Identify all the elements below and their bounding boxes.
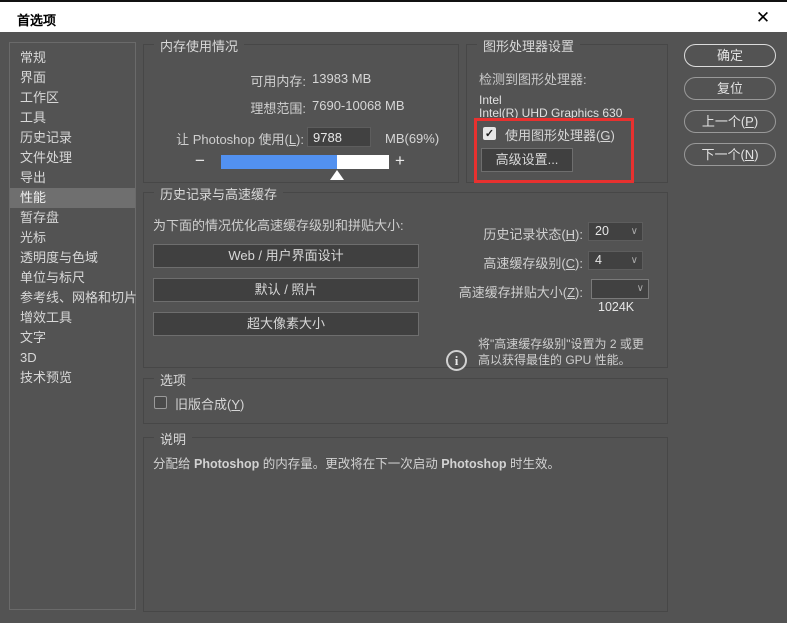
slider-plus-button[interactable]: +: [395, 151, 405, 171]
advanced-settings-button[interactable]: 高级设置...: [481, 148, 573, 172]
chevron-down-icon: ∨: [630, 255, 638, 266]
sidebar-item-interface[interactable]: 界面: [10, 68, 135, 88]
memory-slider-thumb[interactable]: [330, 170, 344, 180]
cache-levels-select[interactable]: ∨ 4: [588, 251, 643, 270]
cache-levels-label: 高速缓存级别(C):: [483, 256, 583, 271]
memory-usage-input[interactable]: [307, 127, 371, 147]
memory-usage-suffix: MB(69%): [385, 131, 440, 146]
preferences-dialog: 常规 界面 工作区 工具 历史记录 文件处理 导出 性能 暂存盘 光标 透明度与…: [0, 32, 787, 623]
sidebar-item-3d[interactable]: 3D: [10, 348, 135, 368]
preset-button-default-photo[interactable]: 默认 / 照片: [153, 278, 419, 302]
chevron-down-icon: ∨: [636, 283, 644, 294]
memory-slider-track[interactable]: [221, 155, 389, 169]
window-title: 首选项: [17, 13, 57, 28]
cache-tile-size-label: 高速缓存拼贴大小(Z):: [458, 285, 583, 300]
memory-section-title: 内存使用情况: [154, 36, 245, 55]
memory-usage-label: 让 Photoshop 使用(L):: [176, 132, 304, 147]
memory-usage-section: 内存使用情况 可用内存: 13983 MB 理想范围: 7690-10068 M…: [143, 36, 459, 183]
legacy-compositing-label: 旧版合成(Y): [175, 397, 245, 412]
gpu-model: Intel(R) UHD Graphics 630: [479, 106, 623, 120]
sidebar-item-tools[interactable]: 工具: [10, 108, 135, 128]
sidebar-item-units-rulers[interactable]: 单位与标尺: [10, 268, 135, 288]
sidebar-item-performance[interactable]: 性能: [10, 188, 135, 208]
reset-button[interactable]: 复位: [684, 77, 776, 100]
history-states-label: 历史记录状态(H):: [483, 227, 583, 242]
info-icon: i: [446, 350, 467, 371]
cache-note: 将"高速缓存级别"设置为 2 或更 高以获得最佳的 GPU 性能。: [478, 337, 644, 367]
ideal-range-value: 7690-10068 MB: [312, 98, 405, 113]
sidebar-item-type[interactable]: 文字: [10, 328, 135, 348]
description-section-title: 说明: [154, 429, 193, 448]
ok-button[interactable]: 确定: [684, 44, 776, 67]
history-section-title: 历史记录与高速缓存: [154, 184, 284, 203]
ideal-range-label: 理想范围:: [250, 101, 306, 116]
sidebar-item-export[interactable]: 导出: [10, 168, 135, 188]
previous-button[interactable]: 上一个(P): [684, 110, 776, 133]
window-titlebar: 首选项 ✕: [0, 0, 787, 32]
cache-tile-size-select[interactable]: ∨ 1024K: [591, 279, 649, 314]
sidebar-item-scratch-disks[interactable]: 暂存盘: [10, 208, 135, 228]
use-gpu-checkbox[interactable]: ✓: [483, 127, 496, 140]
use-gpu-label: 使用图形处理器(G): [505, 128, 615, 143]
chevron-down-icon: ∨: [630, 226, 638, 237]
gpu-section-title: 图形处理器设置: [477, 36, 581, 55]
next-button[interactable]: 下一个(N): [684, 143, 776, 166]
memory-slider-fill: [221, 155, 337, 169]
detected-gpu-label: 检测到图形处理器:: [479, 72, 587, 87]
sidebar-item-general[interactable]: 常规: [10, 48, 135, 68]
sidebar-item-plugins[interactable]: 增效工具: [10, 308, 135, 328]
options-section-title: 选项: [154, 370, 193, 389]
slider-minus-button[interactable]: −: [195, 151, 205, 171]
sidebar-item-transparency-gamut[interactable]: 透明度与色域: [10, 248, 135, 268]
sidebar-item-guides-grid-slices[interactable]: 参考线、网格和切片: [10, 288, 137, 308]
description-text: 分配给 Photoshop 的内存量。更改将在下一次启动 Photoshop 时…: [153, 457, 560, 471]
history-states-select[interactable]: ∨ 20: [588, 222, 643, 241]
options-section: 选项 旧版合成(Y): [143, 370, 668, 424]
sidebar-item-cursors[interactable]: 光标: [10, 228, 135, 248]
sidebar-item-technology-previews[interactable]: 技术预览: [10, 368, 135, 388]
preset-button-huge-pixels[interactable]: 超大像素大小: [153, 312, 419, 336]
sidebar-item-history-log[interactable]: 历史记录: [10, 128, 135, 148]
preset-button-web-ui[interactable]: Web / 用户界面设计: [153, 244, 419, 268]
optimize-hint: 为下面的情况优化高速缓存级别和拼贴大小:: [153, 218, 404, 233]
available-ram-label: 可用内存:: [250, 74, 306, 89]
description-section: 说明 分配给 Photoshop 的内存量。更改将在下一次启动 Photosho…: [143, 429, 668, 612]
history-cache-section: 历史记录与高速缓存 为下面的情况优化高速缓存级别和拼贴大小: Web / 用户界…: [143, 184, 668, 371]
gpu-settings-section: 图形处理器设置 检测到图形处理器: Intel Intel(R) UHD Gra…: [466, 36, 668, 183]
preferences-sidebar: 常规 界面 工作区 工具 历史记录 文件处理 导出 性能 暂存盘 光标 透明度与…: [9, 42, 137, 610]
sidebar-item-workspace[interactable]: 工作区: [10, 88, 135, 108]
legacy-compositing-checkbox[interactable]: [154, 396, 167, 409]
sidebar-item-file-handling[interactable]: 文件处理: [10, 148, 135, 168]
close-icon[interactable]: ✕: [752, 7, 774, 29]
available-ram-value: 13983 MB: [312, 71, 372, 86]
